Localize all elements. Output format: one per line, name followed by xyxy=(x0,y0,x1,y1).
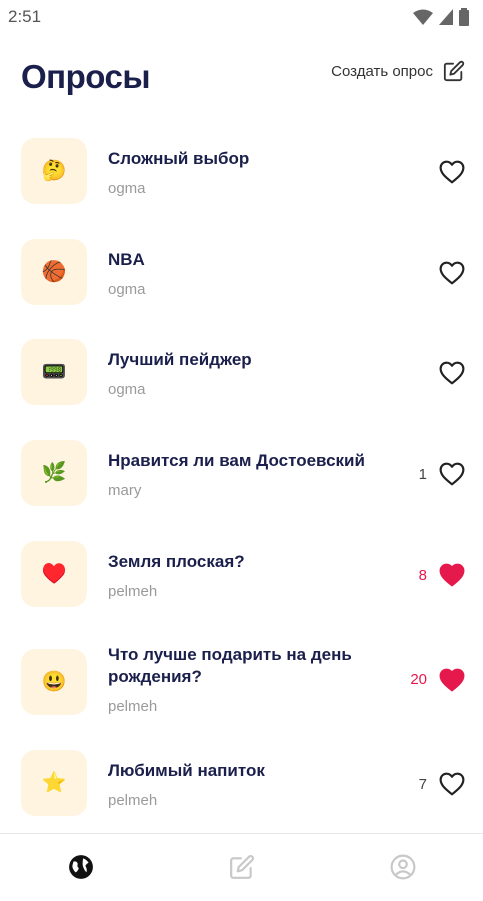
heart-outline-icon[interactable] xyxy=(439,772,465,796)
poll-row[interactable]: 📟 Лучший пейджер ogma xyxy=(0,337,483,437)
status-icons xyxy=(413,8,469,26)
poll-title: Любимый напиток xyxy=(108,761,265,780)
thinking-face-icon: 🤔 xyxy=(21,138,87,204)
heart-filled-icon[interactable] xyxy=(439,563,465,587)
like-count: 7 xyxy=(418,776,427,793)
like-count: 8 xyxy=(418,567,427,584)
poll-author: ogma xyxy=(108,381,146,398)
poll-row[interactable]: 🌿 Нравится ли вам Достоевский mary 1 xyxy=(0,438,483,538)
status-time: 2:51 xyxy=(8,7,42,26)
globe-icon[interactable] xyxy=(68,854,94,880)
status-bar: 2:51 xyxy=(0,0,483,36)
poll-row[interactable]: 🏀 NBA ogma xyxy=(0,237,483,337)
heart-outline-icon[interactable] xyxy=(439,160,465,184)
poll-title: Лучший пейджер xyxy=(108,350,252,369)
pager-icon: 📟 xyxy=(21,339,87,405)
edit-icon[interactable] xyxy=(229,854,255,880)
bottom-nav xyxy=(0,833,483,901)
poll-row[interactable]: 😃 Что лучше подарить на день рождения? p… xyxy=(0,641,483,751)
heart-outline-icon[interactable] xyxy=(439,261,465,285)
like-count: 1 xyxy=(418,466,427,483)
page-title: Опросы xyxy=(21,58,151,95)
poll-author: ogma xyxy=(108,281,146,298)
poll-author: mary xyxy=(108,482,142,499)
header: Опросы Создать опрос xyxy=(0,36,483,116)
poll-row[interactable]: 🤔 Сложный выбор ogma xyxy=(0,136,483,236)
profile-icon[interactable] xyxy=(390,854,416,880)
heart-suit-icon: ♥️ xyxy=(21,541,87,607)
poll-author: pelmeh xyxy=(108,583,158,600)
create-poll-button[interactable]: Создать опрос xyxy=(331,60,465,82)
heart-outline-icon[interactable] xyxy=(439,361,465,385)
create-poll-label: Создать опрос xyxy=(331,62,433,80)
poll-title: Нравится ли вам Достоевский xyxy=(108,451,365,470)
heart-filled-icon[interactable] xyxy=(439,668,465,692)
poll-row[interactable]: ♥️ Земля плоская? pelmeh 8 xyxy=(0,539,483,639)
like-count: 20 xyxy=(410,671,427,688)
poll-author: ogma xyxy=(108,180,146,197)
star-icon: ⭐ xyxy=(21,750,87,816)
poll-title: Земля плоская? xyxy=(108,552,245,571)
poll-title: Сложный выбор xyxy=(108,149,250,168)
battery-icon xyxy=(459,8,469,26)
poll-author: pelmeh xyxy=(108,698,158,715)
heart-outline-icon[interactable] xyxy=(439,462,465,486)
wifi-icon xyxy=(413,9,433,25)
herb-icon: 🌿 xyxy=(21,440,87,506)
edit-icon xyxy=(443,60,465,82)
smiley-face-icon: 😃 xyxy=(21,649,87,715)
signal-icon xyxy=(439,9,453,25)
poll-title: NBA xyxy=(108,250,145,269)
basketball-icon: 🏀 xyxy=(21,239,87,305)
poll-title: Что лучше подарить на день рождения? xyxy=(108,645,352,686)
poll-author: pelmeh xyxy=(108,792,158,809)
